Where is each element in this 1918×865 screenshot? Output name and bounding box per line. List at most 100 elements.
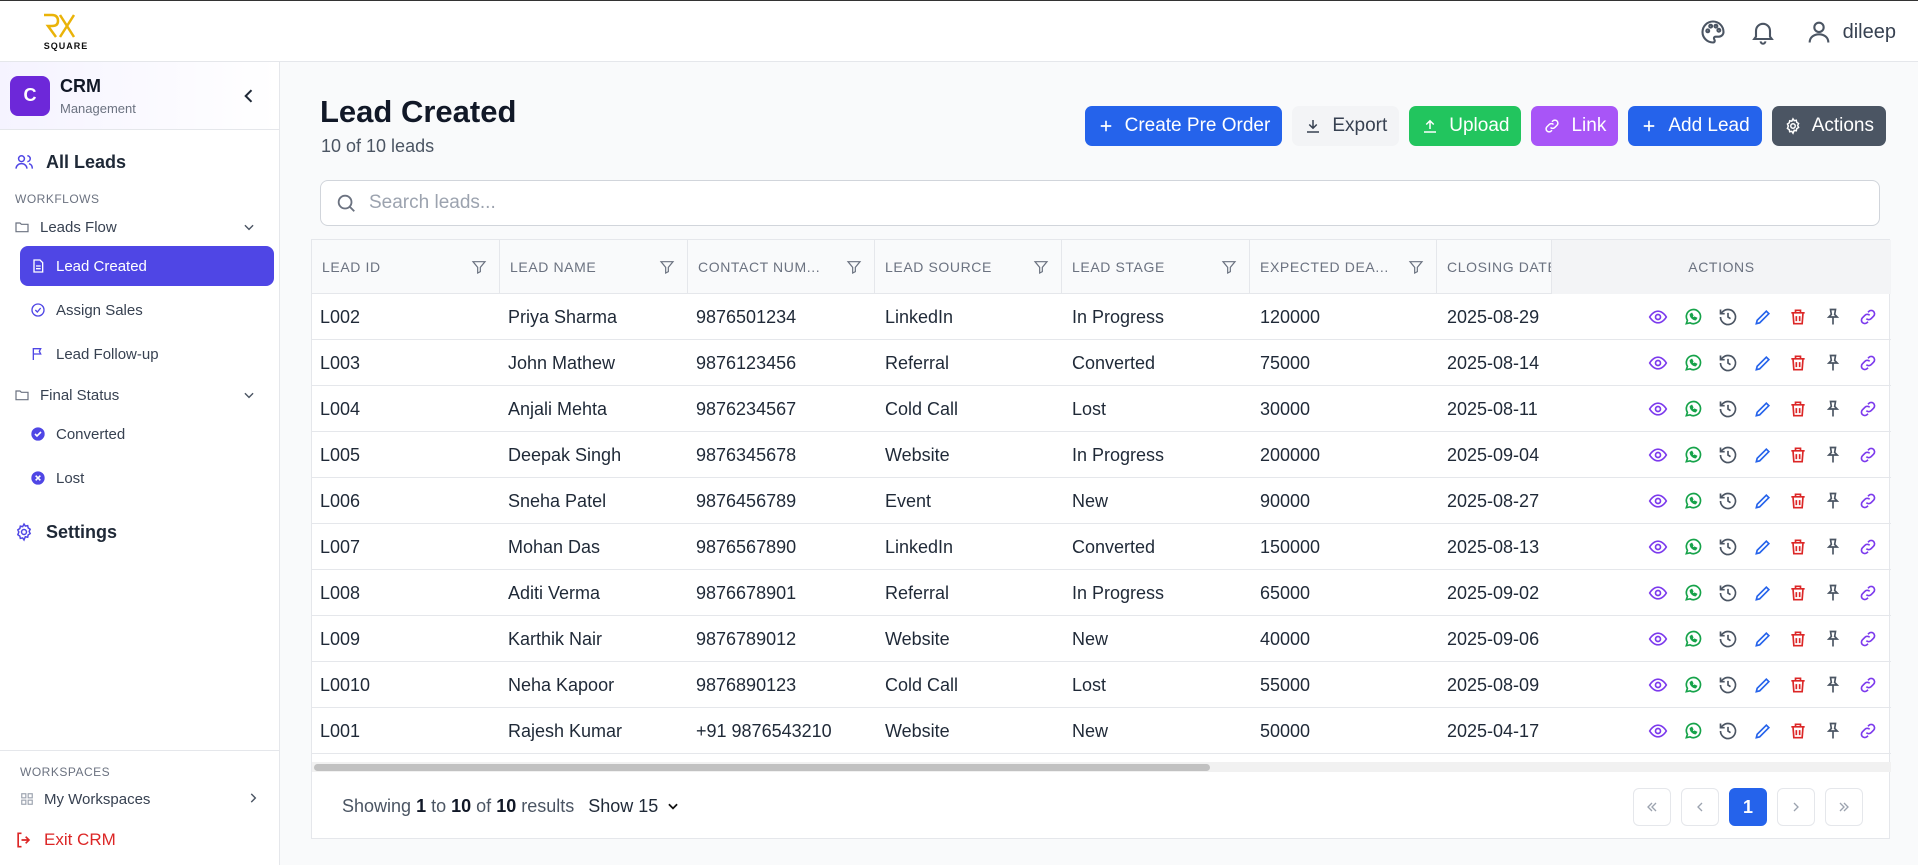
- page-button-current[interactable]: 1: [1729, 788, 1767, 826]
- bell-icon[interactable]: [1747, 16, 1779, 48]
- sidebar-folder-final-status[interactable]: Final Status: [14, 380, 266, 410]
- pin-icon[interactable]: [1823, 629, 1843, 649]
- table-row[interactable]: L003 John Mathew 9876123456 Referral Convert…: [312, 340, 1891, 386]
- history-icon[interactable]: [1718, 491, 1738, 511]
- whatsapp-icon[interactable]: [1683, 307, 1703, 327]
- palette-icon[interactable]: [1697, 16, 1729, 48]
- pin-icon[interactable]: [1823, 353, 1843, 373]
- history-icon[interactable]: [1718, 353, 1738, 373]
- table-row[interactable]: L002 Priya Sharma 9876501234 LinkedIn In Pro…: [312, 294, 1891, 340]
- sidebar-folder-leads-flow[interactable]: Leads Flow: [14, 212, 266, 242]
- user-menu[interactable]: dileep: [1805, 18, 1896, 46]
- eye-icon[interactable]: [1648, 537, 1668, 557]
- first-page-button[interactable]: [1633, 788, 1671, 826]
- collapse-sidebar-button[interactable]: [239, 86, 259, 106]
- eye-icon[interactable]: [1648, 491, 1668, 511]
- whatsapp-icon[interactable]: [1683, 399, 1703, 419]
- last-page-button[interactable]: [1825, 788, 1863, 826]
- history-icon[interactable]: [1718, 721, 1738, 741]
- column-header-lead-name[interactable]: LEAD NAME: [500, 240, 688, 294]
- column-header-expected-deal[interactable]: EXPECTED DEA...: [1250, 240, 1437, 294]
- upload-button[interactable]: Upload: [1409, 106, 1522, 146]
- delete-icon[interactable]: [1788, 491, 1808, 511]
- sidebar-item-settings[interactable]: Settings: [14, 516, 279, 548]
- filter-icon[interactable]: [1033, 259, 1049, 278]
- whatsapp-icon[interactable]: [1683, 721, 1703, 741]
- eye-icon[interactable]: [1648, 307, 1668, 327]
- sidebar-item-lead-created[interactable]: Lead Created: [20, 246, 274, 286]
- whatsapp-icon[interactable]: [1683, 629, 1703, 649]
- eye-icon[interactable]: [1648, 445, 1668, 465]
- sidebar-item-lead-follow-up[interactable]: Lead Follow-up: [20, 334, 274, 374]
- filter-icon[interactable]: [1221, 259, 1237, 278]
- search-input[interactable]: [369, 192, 1769, 214]
- delete-icon[interactable]: [1788, 445, 1808, 465]
- history-icon[interactable]: [1718, 399, 1738, 419]
- column-header-lead-source[interactable]: LEAD SOURCE: [875, 240, 1062, 294]
- link-icon[interactable]: [1858, 629, 1878, 649]
- link-icon[interactable]: [1858, 445, 1878, 465]
- history-icon[interactable]: [1718, 675, 1738, 695]
- my-workspaces-item[interactable]: My Workspaces: [20, 785, 260, 813]
- whatsapp-icon[interactable]: [1683, 675, 1703, 695]
- delete-icon[interactable]: [1788, 399, 1808, 419]
- pin-icon[interactable]: [1823, 399, 1843, 419]
- edit-icon[interactable]: [1753, 537, 1773, 557]
- whatsapp-icon[interactable]: [1683, 445, 1703, 465]
- exit-crm-button[interactable]: Exit CRM: [14, 825, 279, 855]
- edit-icon[interactable]: [1753, 399, 1773, 419]
- link-icon[interactable]: [1858, 353, 1878, 373]
- table-row[interactable]: L005 Deepak Singh 9876345678 Website In Prog…: [312, 432, 1891, 478]
- add-lead-button[interactable]: Add Lead: [1628, 106, 1762, 146]
- history-icon[interactable]: [1718, 583, 1738, 603]
- create-pre-order-button[interactable]: Create Pre Order: [1084, 106, 1283, 146]
- table-row[interactable]: L009 Karthik Nair 9876789012 Website New 4000…: [312, 616, 1891, 662]
- link-icon[interactable]: [1858, 491, 1878, 511]
- history-icon[interactable]: [1718, 629, 1738, 649]
- pin-icon[interactable]: [1823, 675, 1843, 695]
- whatsapp-icon[interactable]: [1683, 353, 1703, 373]
- link-icon[interactable]: [1858, 399, 1878, 419]
- export-button[interactable]: Export: [1292, 106, 1400, 146]
- column-header-lead-stage[interactable]: LEAD STAGE: [1062, 240, 1250, 294]
- filter-icon[interactable]: [846, 259, 862, 278]
- delete-icon[interactable]: [1788, 583, 1808, 603]
- delete-icon[interactable]: [1788, 307, 1808, 327]
- filter-icon[interactable]: [1408, 259, 1424, 278]
- link-icon[interactable]: [1858, 721, 1878, 741]
- table-row[interactable]: L004 Anjali Mehta 9876234567 Cold Call Lost 3…: [312, 386, 1891, 432]
- edit-icon[interactable]: [1753, 721, 1773, 741]
- table-row[interactable]: L0010 Neha Kapoor 9876890123 Cold Call Lost 5…: [312, 662, 1891, 708]
- edit-icon[interactable]: [1753, 445, 1773, 465]
- column-header-actions[interactable]: ACTIONS: [1552, 240, 1891, 294]
- link-icon[interactable]: [1858, 583, 1878, 603]
- eye-icon[interactable]: [1648, 353, 1668, 373]
- pin-icon[interactable]: [1823, 491, 1843, 511]
- sidebar-item-assign-sales[interactable]: Assign Sales: [20, 290, 274, 330]
- prev-page-button[interactable]: [1681, 788, 1719, 826]
- delete-icon[interactable]: [1788, 629, 1808, 649]
- column-header-lead-id[interactable]: LEAD ID: [312, 240, 500, 294]
- sidebar-item-lost[interactable]: Lost: [20, 458, 274, 498]
- history-icon[interactable]: [1718, 307, 1738, 327]
- next-page-button[interactable]: [1777, 788, 1815, 826]
- edit-icon[interactable]: [1753, 675, 1773, 695]
- table-row[interactable]: L008 Aditi Verma 9876678901 Referral In Prog…: [312, 570, 1891, 616]
- history-icon[interactable]: [1718, 445, 1738, 465]
- pin-icon[interactable]: [1823, 721, 1843, 741]
- column-header-contact-number[interactable]: CONTACT NUM...: [688, 240, 875, 294]
- whatsapp-icon[interactable]: [1683, 583, 1703, 603]
- edit-icon[interactable]: [1753, 583, 1773, 603]
- link-button[interactable]: Link: [1531, 106, 1619, 146]
- column-header-closing-date[interactable]: CLOSING DATE: [1437, 240, 1552, 294]
- page-size-select[interactable]: Show 15: [588, 796, 680, 817]
- horizontal-scrollbar[interactable]: [312, 762, 1891, 772]
- pin-icon[interactable]: [1823, 537, 1843, 557]
- edit-icon[interactable]: [1753, 353, 1773, 373]
- edit-icon[interactable]: [1753, 307, 1773, 327]
- link-icon[interactable]: [1858, 537, 1878, 557]
- eye-icon[interactable]: [1648, 583, 1668, 603]
- filter-icon[interactable]: [659, 259, 675, 278]
- edit-icon[interactable]: [1753, 629, 1773, 649]
- eye-icon[interactable]: [1648, 399, 1668, 419]
